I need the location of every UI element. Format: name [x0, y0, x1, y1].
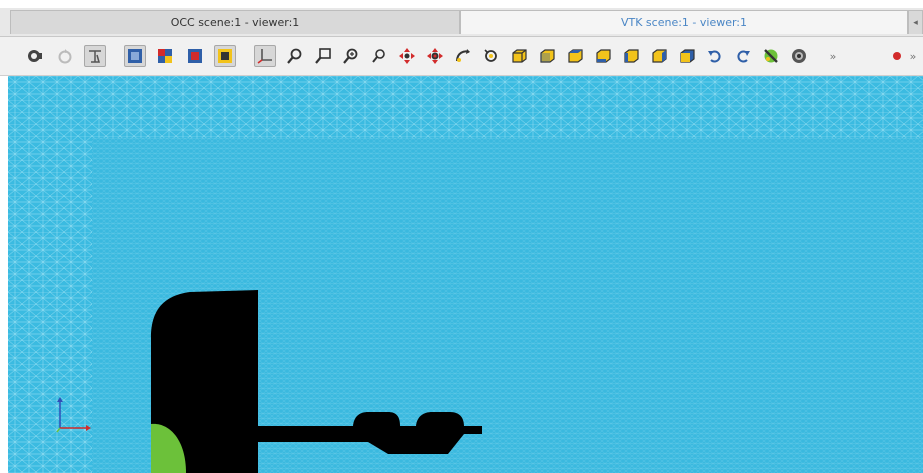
cube-front-icon[interactable]	[508, 45, 530, 67]
more-icon[interactable]: »	[822, 45, 844, 67]
camera-icon[interactable]	[788, 45, 810, 67]
viewer-tab-bar: OCC scene:1 - viewer:1 VTK scene:1 - vie…	[0, 8, 923, 37]
mesh-scene	[8, 76, 923, 473]
tab-occ-viewer[interactable]: OCC scene:1 - viewer:1	[10, 10, 460, 34]
view-back-icon[interactable]	[154, 45, 176, 67]
zoom-out-icon[interactable]	[368, 45, 390, 67]
zoom-window-icon[interactable]	[312, 45, 334, 67]
cube-left-icon[interactable]	[620, 45, 642, 67]
rotate-icon[interactable]	[452, 45, 474, 67]
zoom-in-icon[interactable]	[340, 45, 362, 67]
cube-top-icon[interactable]	[564, 45, 586, 67]
tab-scroll-button[interactable]: ◂	[908, 10, 923, 34]
rotation-point-icon[interactable]	[480, 45, 502, 67]
global-pan-icon[interactable]	[424, 45, 446, 67]
view-top-icon[interactable]	[184, 45, 206, 67]
cube-back-icon[interactable]	[536, 45, 558, 67]
dump-view-icon[interactable]	[24, 45, 46, 67]
trihedron-icon[interactable]	[254, 45, 276, 67]
view-front-icon[interactable]	[124, 45, 146, 67]
tab-vtk-viewer[interactable]: VTK scene:1 - viewer:1	[460, 10, 908, 34]
pan-icon[interactable]	[396, 45, 418, 67]
reset-view-icon[interactable]	[54, 45, 76, 67]
viewer-toolbar: » »	[0, 37, 923, 76]
rotate-cw-icon[interactable]	[732, 45, 754, 67]
clipping-icon[interactable]	[760, 45, 782, 67]
cube-iso-icon[interactable]	[676, 45, 698, 67]
vtk-3d-viewport[interactable]	[8, 76, 923, 473]
record-icon[interactable]	[886, 45, 908, 67]
view-bottom-icon[interactable]	[214, 45, 236, 67]
zoom-icon[interactable]	[284, 45, 306, 67]
toolbar-overflow-icon[interactable]: »	[906, 45, 920, 67]
cube-bottom-icon[interactable]	[592, 45, 614, 67]
fit-selection-icon[interactable]	[84, 45, 106, 67]
more-label: »	[829, 49, 837, 63]
rotate-ccw-icon[interactable]	[704, 45, 726, 67]
cube-right-icon[interactable]	[648, 45, 670, 67]
